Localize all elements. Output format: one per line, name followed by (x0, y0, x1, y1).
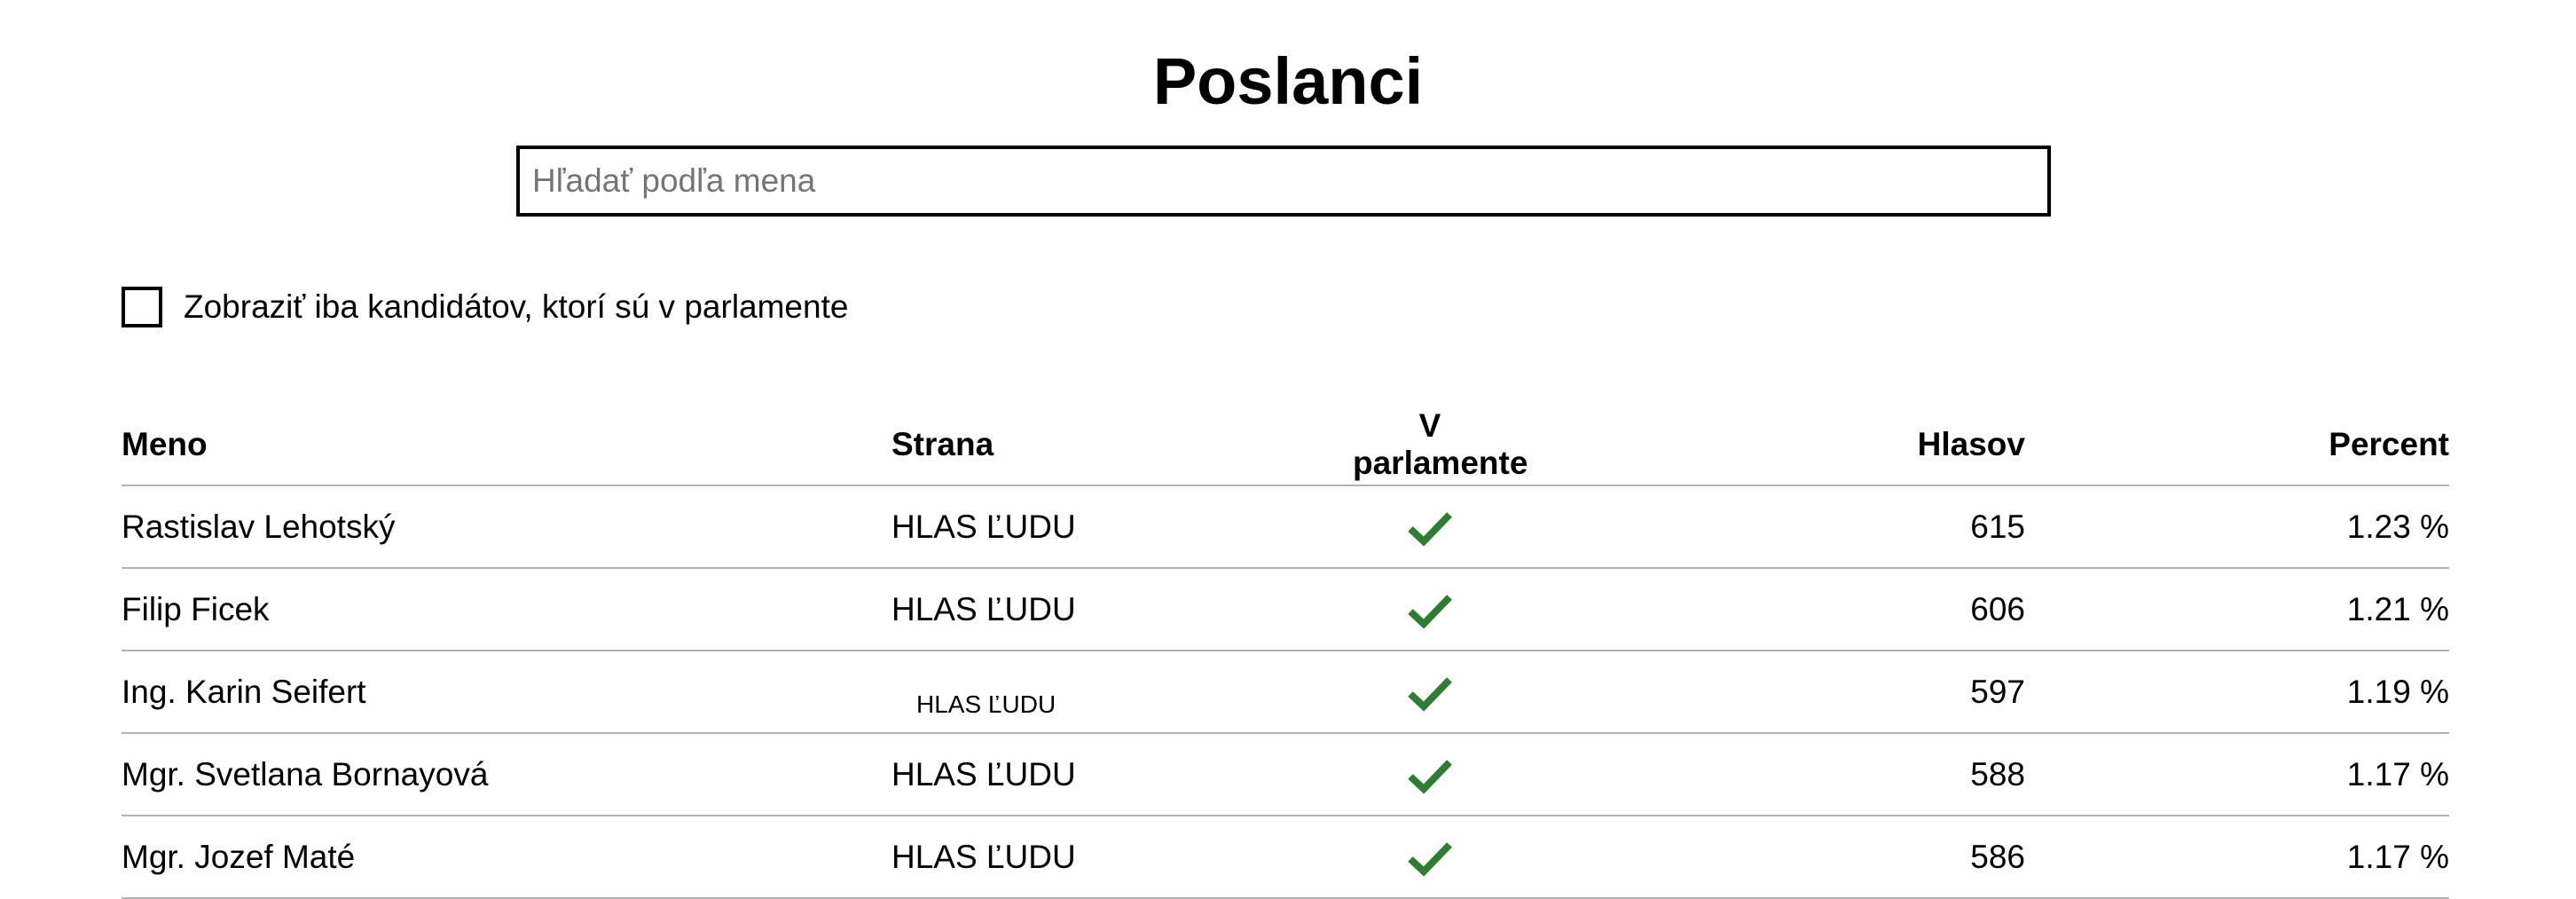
table-header-row: Meno Strana V parlamente Hlasov Percent (122, 404, 2449, 486)
candidate-name: Mgr. Jozef Maté (122, 816, 891, 899)
checkmark-icon (1408, 676, 1452, 712)
candidate-party-label: HLAS ĽUDU (916, 690, 1056, 718)
candidate-party: HLAS ĽUDU (891, 568, 1353, 651)
candidate-votes: 588 (1507, 733, 2025, 816)
candidate-votes: 615 (1507, 485, 2025, 569)
table-row: Filip Ficek HLAS ĽUDU 606 1.21 % (122, 568, 2449, 651)
table-row: Ing. Karin Seifert HLAS ĽUDU 597 1.19 % (122, 651, 2449, 734)
in-parliament-cell (1353, 651, 1507, 734)
candidate-party: HLAS ĽUDU (891, 733, 1353, 816)
column-header-party[interactable]: Strana (891, 404, 1353, 486)
table-row: Rastislav Lehotský HLAS ĽUDU 615 1.23 % (122, 485, 2449, 569)
search-input[interactable] (516, 146, 2051, 217)
checkmark-icon (1408, 841, 1452, 877)
in-parliament-cell (1353, 485, 1507, 569)
candidate-votes: 586 (1507, 816, 2025, 899)
candidate-votes: 606 (1507, 568, 2025, 651)
column-header-votes[interactable]: Hlasov (1507, 404, 2025, 486)
in-parliament-checkbox[interactable] (122, 287, 162, 327)
table-row: Mgr. Svetlana Bornayová HLAS ĽUDU 588 1.… (122, 733, 2449, 816)
candidate-party: HLAS ĽUDU (891, 816, 1353, 899)
candidate-percent: 1.23 % (2025, 485, 2449, 569)
in-parliament-cell (1353, 733, 1507, 816)
checkmark-icon (1408, 511, 1452, 547)
candidate-percent: 1.21 % (2025, 568, 2449, 651)
checkmark-icon (1408, 594, 1452, 629)
candidate-percent: 1.17 % (2025, 816, 2449, 899)
candidate-name: Filip Ficek (122, 568, 891, 651)
page-title: Poslanci (1152, 44, 1424, 118)
candidate-name: Rastislav Lehotský (122, 485, 891, 569)
column-header-percent[interactable]: Percent (2025, 404, 2449, 486)
in-parliament-filter[interactable]: Zobraziť iba kandidátov, ktorí sú v parl… (122, 285, 848, 329)
candidate-name: Ing. Karin Seifert (122, 651, 891, 734)
candidate-percent: 1.19 % (2025, 651, 2449, 734)
candidate-party: HLAS ĽUDU (891, 651, 1353, 734)
candidates-table: Meno Strana V parlamente Hlasov Percent … (122, 404, 2449, 899)
in-parliament-cell (1353, 568, 1507, 651)
column-header-name[interactable]: Meno (122, 404, 891, 486)
checkmark-icon (1408, 759, 1452, 794)
candidate-percent: 1.17 % (2025, 733, 2449, 816)
candidate-name: Mgr. Svetlana Bornayová (122, 733, 891, 816)
table-row: Mgr. Jozef Maté HLAS ĽUDU 586 1.17 % (122, 816, 2449, 899)
in-parliament-checkbox-label[interactable]: Zobraziť iba kandidátov, ktorí sú v parl… (184, 285, 848, 329)
candidate-votes: 597 (1507, 651, 2025, 734)
column-header-in-parliament[interactable]: V parlamente (1353, 404, 1528, 486)
candidate-party: HLAS ĽUDU (891, 485, 1353, 569)
in-parliament-cell (1353, 816, 1507, 899)
